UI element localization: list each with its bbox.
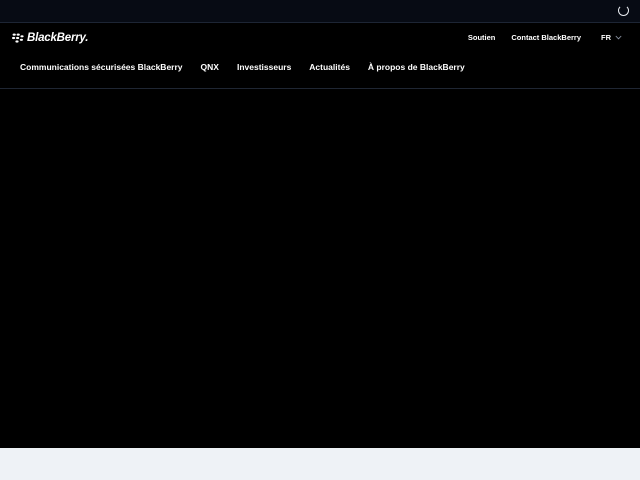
language-selector[interactable]: FR <box>601 33 622 42</box>
nav-item-secure-communications[interactable]: Communications sécurisées BlackBerry <box>20 62 183 72</box>
top-bar <box>0 0 640 23</box>
chevron-down-icon <box>615 35 622 40</box>
loading-spinner-icon <box>618 5 629 16</box>
nav-item-qnx[interactable]: QNX <box>201 62 219 72</box>
nav-item-about[interactable]: À propos de BlackBerry <box>368 62 465 72</box>
site-header: BlackBerry. Soutien Contact BlackBerry F… <box>0 23 640 89</box>
contact-link[interactable]: Contact BlackBerry <box>511 33 581 42</box>
language-label: FR <box>601 33 611 42</box>
content-section-start <box>0 448 640 480</box>
blackberry-logo-icon <box>12 33 24 43</box>
support-link[interactable]: Soutien <box>468 33 496 42</box>
brand-logo[interactable]: BlackBerry. <box>12 32 89 44</box>
brand-name: BlackBerry. <box>27 32 89 44</box>
nav-item-news[interactable]: Actualités <box>309 62 350 72</box>
utility-nav: Soutien Contact BlackBerry FR <box>468 33 640 42</box>
hero-area <box>0 89 640 448</box>
nav-item-investors[interactable]: Investisseurs <box>237 62 291 72</box>
main-nav: Communications sécurisées BlackBerry QNX… <box>20 62 483 72</box>
